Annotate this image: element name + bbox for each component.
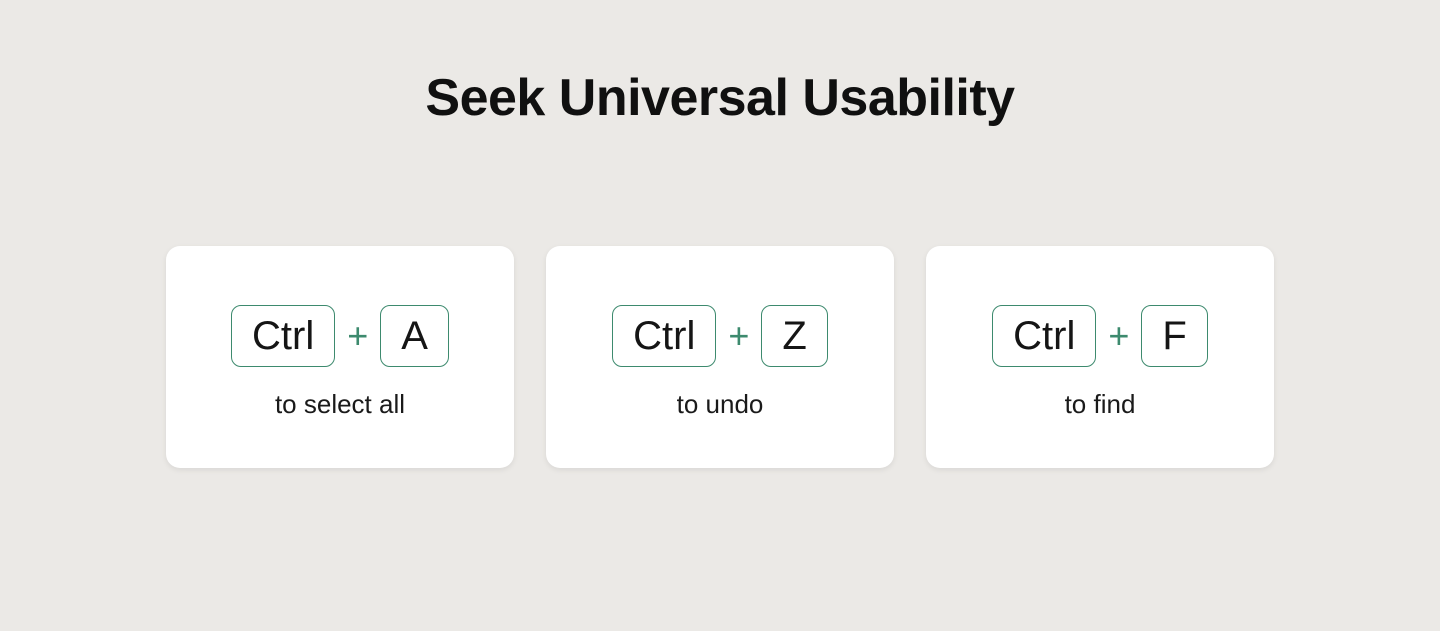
plus-icon: + bbox=[728, 315, 749, 357]
shortcut-card-find: Ctrl + F to find bbox=[926, 246, 1274, 468]
key-row: Ctrl + A bbox=[231, 305, 449, 367]
shortcut-description: to find bbox=[1065, 389, 1136, 420]
key-ctrl: Ctrl bbox=[992, 305, 1096, 367]
key-a: A bbox=[380, 305, 449, 367]
key-ctrl: Ctrl bbox=[231, 305, 335, 367]
key-row: Ctrl + Z bbox=[612, 305, 828, 367]
shortcut-card-select-all: Ctrl + A to select all bbox=[166, 246, 514, 468]
shortcut-description: to select all bbox=[275, 389, 405, 420]
shortcut-description: to undo bbox=[677, 389, 764, 420]
key-ctrl: Ctrl bbox=[612, 305, 716, 367]
key-row: Ctrl + F bbox=[992, 305, 1208, 367]
key-f: F bbox=[1141, 305, 1207, 367]
plus-icon: + bbox=[347, 315, 368, 357]
plus-icon: + bbox=[1108, 315, 1129, 357]
page-title: Seek Universal Usability bbox=[425, 68, 1014, 128]
shortcut-card-undo: Ctrl + Z to undo bbox=[546, 246, 894, 468]
shortcut-cards: Ctrl + A to select all Ctrl + Z to undo … bbox=[166, 246, 1274, 468]
key-z: Z bbox=[761, 305, 827, 367]
